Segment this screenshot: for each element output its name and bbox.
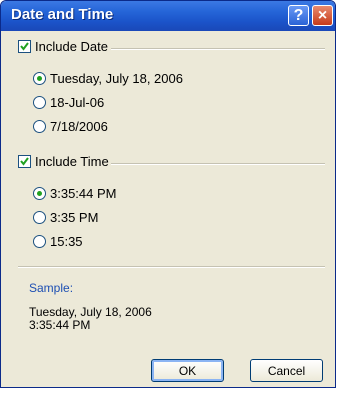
- time-option-24h[interactable]: 15:35: [33, 234, 83, 249]
- date-option-label: 7/18/2006: [50, 119, 108, 134]
- date-option-short[interactable]: 18-Jul-06: [33, 95, 104, 110]
- help-button[interactable]: ?: [288, 5, 309, 26]
- date-option-label: Tuesday, July 18, 2006: [50, 71, 183, 86]
- close-button[interactable]: ×: [312, 5, 333, 26]
- radio-button[interactable]: [33, 235, 46, 248]
- radio-button[interactable]: [33, 211, 46, 224]
- radio-button[interactable]: [33, 72, 46, 85]
- sample-label: Sample:: [29, 281, 74, 295]
- time-option-label: 3:35 PM: [50, 210, 99, 225]
- close-icon: ×: [317, 6, 328, 24]
- radio-button[interactable]: [33, 187, 46, 200]
- time-option-label: 15:35: [50, 234, 83, 249]
- date-option-long[interactable]: Tuesday, July 18, 2006: [33, 71, 183, 86]
- checkmark-icon: [20, 157, 29, 166]
- time-option-label: 3:35:44 PM: [50, 186, 117, 201]
- date-and-time-dialog: Date and Time ? × Include Date Tuesday, …: [0, 0, 336, 388]
- radio-button[interactable]: [33, 120, 46, 133]
- ok-button[interactable]: OK: [151, 359, 224, 382]
- help-icon: ?: [293, 6, 304, 24]
- window-title: Date and Time: [11, 6, 114, 23]
- include-time-checkbox-box[interactable]: [18, 155, 31, 168]
- sample-preview: Tuesday, July 18, 2006 3:35:44 PM: [29, 306, 152, 332]
- sample-time-line: 3:35:44 PM: [29, 318, 91, 332]
- sample-divider: [18, 266, 325, 268]
- checkmark-icon: [20, 42, 29, 51]
- include-time-label: Include Time: [35, 154, 109, 169]
- time-option-long[interactable]: 3:35:44 PM: [33, 186, 117, 201]
- title-bar[interactable]: Date and Time ? ×: [1, 1, 335, 31]
- include-date-label: Include Date: [35, 39, 108, 54]
- include-time-divider: [111, 163, 325, 165]
- include-time-checkbox[interactable]: Include Time: [18, 154, 109, 169]
- include-date-checkbox-box[interactable]: [18, 40, 31, 53]
- date-option-numeric[interactable]: 7/18/2006: [33, 119, 108, 134]
- time-option-short[interactable]: 3:35 PM: [33, 210, 98, 225]
- include-date-divider: [111, 48, 325, 50]
- cancel-button[interactable]: Cancel: [250, 359, 323, 382]
- include-date-checkbox[interactable]: Include Date: [18, 39, 108, 54]
- date-option-label: 18-Jul-06: [50, 95, 105, 110]
- radio-button[interactable]: [33, 96, 46, 109]
